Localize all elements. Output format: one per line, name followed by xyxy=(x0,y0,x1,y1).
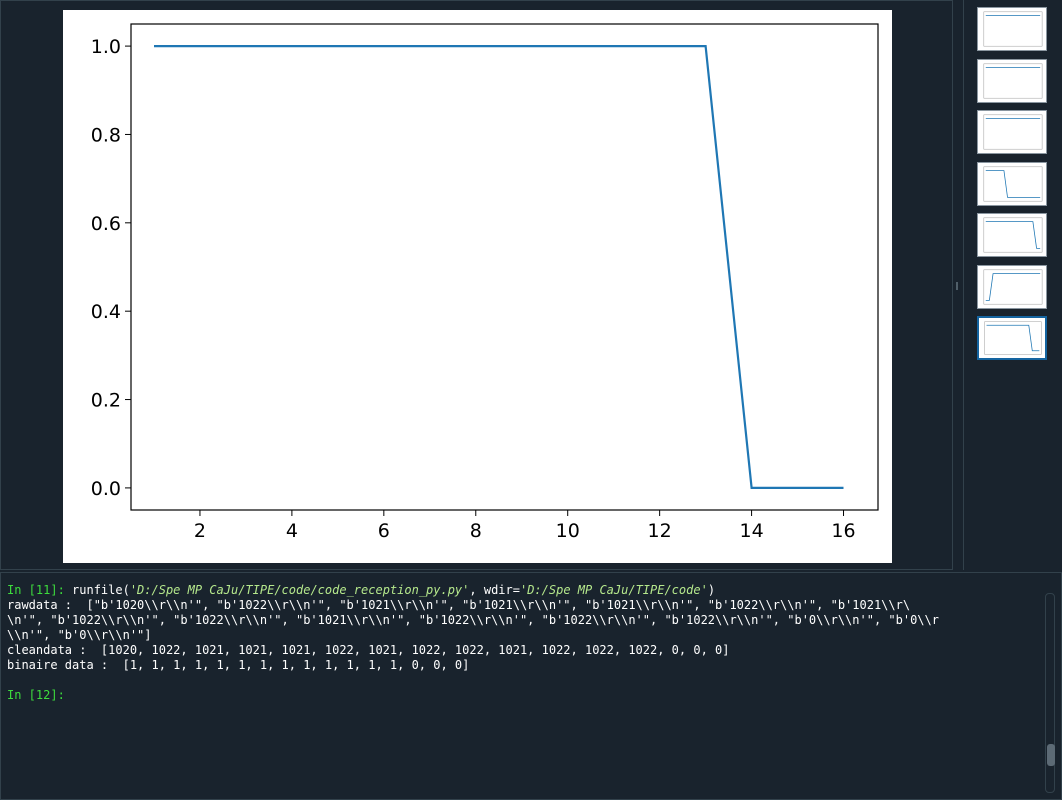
rawdata-line-2: \n'", "b'1022\\r\\n'", "b'1022\\r\\n'", … xyxy=(7,613,939,627)
cleandata-line: cleandata : [1020, 1022, 1021, 1021, 102… xyxy=(7,643,730,657)
y-tick-label: 0.0 xyxy=(91,478,121,500)
in11-cmd-pre: runfile( xyxy=(64,583,130,597)
plot-thumbnail[interactable] xyxy=(977,316,1047,360)
thumbnail-chart xyxy=(983,114,1043,150)
thumbnail-chart xyxy=(983,166,1043,201)
x-tick-label: 12 xyxy=(648,520,672,542)
console-output[interactable]: In [11]: runfile('D:/Spe MP CaJu/TIPE/co… xyxy=(7,583,1041,703)
plots-pane: 2 4 6 8 10 12 14 16 0.0 0.2 0.4 0.6 0.8 1.0 xyxy=(0,0,953,570)
thumbnail-line xyxy=(985,221,1041,249)
y-tick-label: 0.4 xyxy=(91,301,121,323)
in12-prompt: In [12]: xyxy=(7,688,65,702)
in11-prompt: In [11]: xyxy=(7,583,65,597)
thumbnail-line xyxy=(985,272,1041,301)
line-chart: 2 4 6 8 10 12 14 16 0.0 0.2 0.4 0.6 0.8 1.0 xyxy=(91,23,879,542)
splitter[interactable] xyxy=(953,0,963,570)
in11-arg2: 'D:/Spe MP CaJu/TIPE/code' xyxy=(519,583,708,597)
plot-thumbnail[interactable] xyxy=(977,58,1047,103)
thumbnails-pane xyxy=(963,0,1062,570)
thumbnail-frame xyxy=(983,114,1043,150)
splitter-handle[interactable] xyxy=(956,282,958,290)
plot-thumbnail[interactable] xyxy=(977,161,1047,206)
rawdata-line-1: rawdata : ["b'1020\\r\\n'", "b'1022\\r\\… xyxy=(7,598,911,612)
y-tick-label: 0.6 xyxy=(91,213,121,235)
x-tick-label: 6 xyxy=(378,520,390,542)
thumbnail-line xyxy=(986,324,1040,352)
y-tick-label: 0.8 xyxy=(91,124,121,146)
x-tick-label: 8 xyxy=(470,520,482,542)
thumbnail-chart xyxy=(984,321,1042,355)
plot-thumbnail[interactable] xyxy=(977,213,1047,257)
figure-canvas[interactable]: 2 4 6 8 10 12 14 16 0.0 0.2 0.4 0.6 0.8 1.0 xyxy=(63,10,892,563)
rawdata-line-3: \\n'", "b'0\\r\\n'"] xyxy=(7,628,152,642)
y-tick-label: 1.0 xyxy=(91,36,121,58)
thumbnail-frame xyxy=(984,321,1042,355)
thumbnail-chart xyxy=(983,11,1043,47)
x-tick-label: 2 xyxy=(194,520,206,542)
plot-thumbnail[interactable] xyxy=(977,7,1047,51)
x-tick-label: 14 xyxy=(739,520,763,542)
in11-mid: , wdir= xyxy=(469,583,520,597)
thumbnail-chart xyxy=(983,269,1043,304)
in11-arg1: 'D:/Spe MP CaJu/TIPE/code/code_reception… xyxy=(129,583,470,597)
x-tick-label: 4 xyxy=(286,520,298,542)
series-line xyxy=(154,44,844,489)
plot-thumbnail[interactable] xyxy=(977,264,1047,309)
thumbnail-chart xyxy=(983,217,1043,253)
ipython-console[interactable]: In [11]: runfile('D:/Spe MP CaJu/TIPE/co… xyxy=(0,572,1062,800)
thumbnail-frame xyxy=(983,63,1043,98)
plot-thumbnail[interactable] xyxy=(977,110,1047,154)
x-tick-label: 16 xyxy=(831,520,855,542)
x-tick-label: 10 xyxy=(556,520,580,542)
thumbnail-frame xyxy=(983,166,1043,201)
thumbnail-frame xyxy=(983,11,1043,47)
thumbnail-chart xyxy=(983,63,1043,98)
plot-frame xyxy=(130,23,879,511)
binaire-line: binaire data : [1, 1, 1, 1, 1, 1, 1, 1, … xyxy=(7,658,470,672)
console-scrollbar-thumb[interactable] xyxy=(1047,744,1055,766)
in11-end: ) xyxy=(707,583,716,597)
y-tick-label: 0.2 xyxy=(91,390,121,412)
thumbnail-line xyxy=(985,169,1041,198)
